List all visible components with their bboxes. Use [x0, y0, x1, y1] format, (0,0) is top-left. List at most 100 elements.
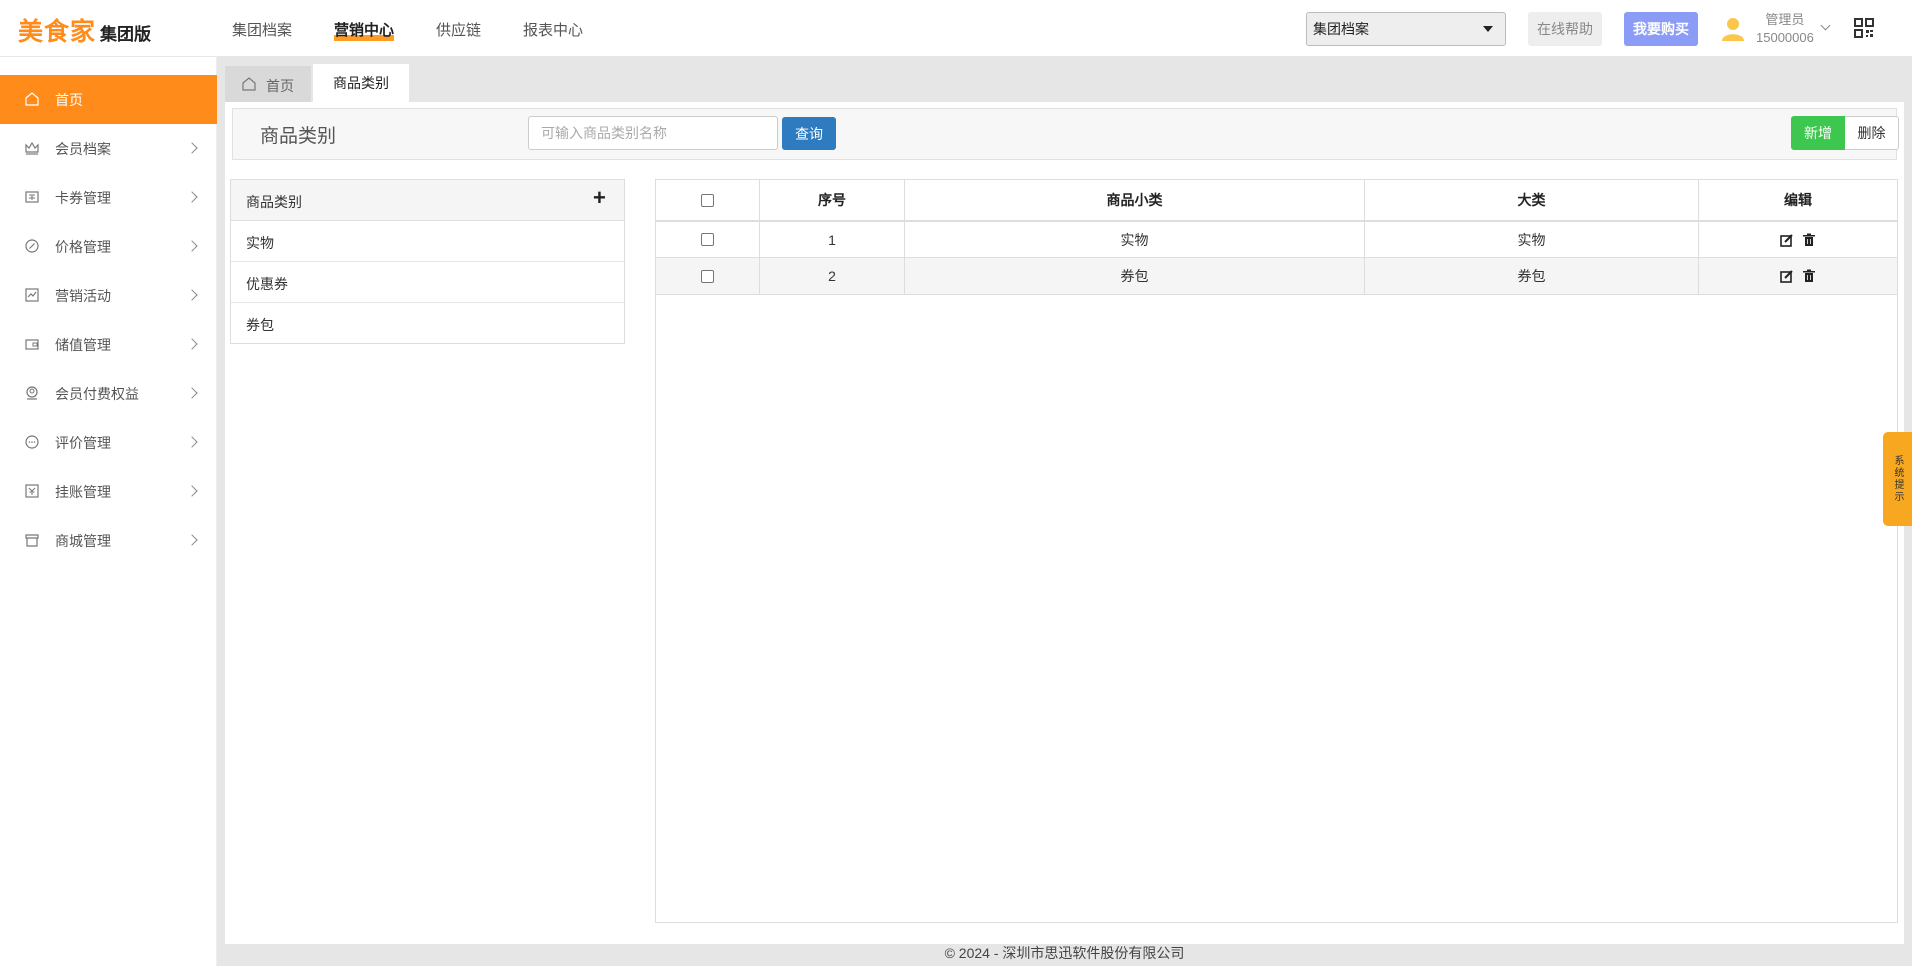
topnav-item-archive[interactable]: 集团档案 — [232, 19, 292, 41]
footer-copyright: © 2024 - 深圳市思迅软件股份有限公司 — [944, 945, 1185, 961]
topnav-item-marketing[interactable]: 营销中心 — [334, 19, 395, 41]
sidebar-item-reviews[interactable]: 评价管理 — [0, 418, 217, 467]
crown-icon — [25, 141, 39, 155]
table-cell-subcategory: 实物 — [905, 222, 1365, 258]
topnav-item-reports[interactable]: 报表中心 — [523, 19, 583, 41]
category-item[interactable]: 优惠券 — [231, 262, 624, 303]
logo-main-text: 美食家 — [18, 18, 97, 46]
system-tip-tab[interactable]: 系统提示 — [1883, 432, 1912, 526]
row-checkbox[interactable] — [701, 233, 714, 246]
user-role: 管理员 — [1765, 12, 1805, 27]
buy-button[interactable]: 我要购买 — [1624, 12, 1698, 46]
top-nav: 集团档案 营销中心 供应链 报表中心 — [232, 19, 625, 41]
qr-code-icon[interactable] — [1854, 18, 1874, 38]
sidebar-item-label: 会员付费权益 — [55, 386, 139, 402]
sidebar-item-home[interactable]: 首页 — [0, 75, 217, 124]
member-icon — [26, 386, 38, 400]
plus-icon[interactable]: + — [593, 187, 606, 209]
table-row-select — [656, 258, 760, 295]
home-icon — [242, 77, 256, 91]
table-cell-actions — [1699, 222, 1897, 258]
category-list: 商品类别 + 实物 优惠券 券包 — [230, 179, 625, 344]
user-avatar-icon[interactable] — [1720, 16, 1746, 42]
page-title: 商品类别 — [260, 126, 337, 147]
column-header-index: 序号 — [760, 180, 905, 222]
sidebar-item-label: 价格管理 — [55, 239, 111, 255]
ledger-icon — [25, 484, 39, 498]
sidebar-item-label: 评价管理 — [55, 435, 111, 451]
delete-button[interactable]: 删除 — [1845, 116, 1899, 150]
table-cell-subcategory: 券包 — [905, 258, 1365, 295]
toolbar — [232, 108, 1897, 160]
table-cell-index: 2 — [760, 258, 905, 295]
sidebar-item-coupons[interactable]: 卡券管理 — [0, 173, 217, 222]
org-select[interactable]: 集团档案 — [1306, 12, 1506, 46]
column-header-major: 大类 — [1365, 180, 1699, 222]
category-item-label: 优惠券 — [246, 276, 288, 292]
table-cell-index: 1 — [760, 222, 905, 258]
online-help-button[interactable]: 在线帮助 — [1528, 12, 1602, 46]
trash-icon[interactable] — [1802, 233, 1816, 247]
top-header: 美食家 集团版 集团档案 营销中心 供应链 报表中心 集团档案 在线帮助 我要购… — [0, 0, 1912, 57]
trash-icon[interactable] — [1802, 269, 1816, 283]
select-all-checkbox[interactable] — [701, 193, 714, 207]
tab-product-category[interactable]: 商品类别 — [313, 64, 409, 102]
sidebar-item-marketing[interactable]: 营销活动 — [0, 271, 217, 320]
sidebar-item-credit[interactable]: 挂账管理 — [0, 467, 217, 516]
shop-icon — [25, 534, 39, 547]
sidebar-item-label: 卡券管理 — [55, 190, 111, 206]
logo-sub-text: 集团版 — [100, 25, 152, 44]
sidebar-item-label: 挂账管理 — [55, 484, 111, 500]
chevron-right-icon — [186, 191, 198, 203]
app-logo[interactable]: 美食家 集团版 — [18, 12, 151, 48]
sidebar-item-stored-value[interactable]: 储值管理 — [0, 320, 217, 369]
sidebar-item-label: 首页 — [55, 92, 83, 108]
chevron-right-icon — [186, 289, 198, 301]
category-table: 序号 商品小类 大类 编辑 1 实物 实物 2 券包 券包 — [655, 179, 1898, 923]
category-item[interactable]: 券包 — [231, 303, 624, 344]
user-info[interactable]: 管理员 15000006 — [1756, 11, 1814, 47]
sidebar-item-price[interactable]: 价格管理 — [0, 222, 217, 271]
comment-icon — [25, 435, 39, 449]
category-item[interactable]: 实物 — [231, 221, 624, 262]
add-button[interactable]: 新增 — [1791, 116, 1845, 150]
sidebar-item-mall[interactable]: 商城管理 — [0, 516, 217, 565]
query-button[interactable]: 查询 — [782, 117, 836, 150]
chevron-right-icon — [186, 436, 198, 448]
row-checkbox[interactable] — [701, 269, 714, 283]
sidebar-item-member-archive[interactable]: 会员档案 — [0, 124, 217, 173]
category-list-header: 商品类别 + — [231, 180, 624, 221]
table-cell-major: 实物 — [1365, 222, 1699, 258]
sidebar-item-label: 营销活动 — [55, 288, 111, 304]
tab-home-label: 首页 — [266, 78, 294, 94]
home-icon — [25, 92, 39, 106]
sidebar-item-label: 商城管理 — [55, 533, 111, 549]
search-input[interactable] — [528, 116, 778, 150]
tab-home[interactable]: 首页 — [225, 66, 311, 102]
edit-icon[interactable] — [1780, 233, 1794, 247]
chevron-right-icon — [186, 534, 198, 546]
edit-icon[interactable] — [1780, 269, 1794, 283]
chevron-right-icon — [186, 240, 198, 252]
chart-icon — [25, 288, 39, 302]
coupon-icon — [25, 191, 39, 203]
chevron-down-icon[interactable] — [1820, 20, 1831, 31]
topnav-item-supply[interactable]: 供应链 — [436, 19, 481, 41]
table-cell-major: 券包 — [1365, 258, 1699, 295]
sidebar-item-label: 会员档案 — [55, 141, 111, 157]
chevron-right-icon — [186, 485, 198, 497]
sidebar-item-label: 储值管理 — [55, 337, 111, 353]
org-select-value: 集团档案 — [1313, 21, 1369, 37]
user-id: 15000006 — [1756, 30, 1814, 45]
category-list-title: 商品类别 — [246, 194, 302, 210]
select-all-cell — [656, 180, 760, 222]
chevron-right-icon — [186, 338, 198, 350]
system-tip-label: 系统提示 — [1892, 455, 1903, 503]
table-row-select — [656, 222, 760, 258]
column-header-edit: 编辑 — [1699, 180, 1897, 222]
category-item-label: 实物 — [246, 235, 274, 251]
column-header-subcategory: 商品小类 — [905, 180, 1365, 222]
sidebar-item-paid-membership[interactable]: 会员付费权益 — [0, 369, 217, 418]
wallet-icon — [25, 339, 39, 350]
table-cell-actions — [1699, 258, 1897, 295]
